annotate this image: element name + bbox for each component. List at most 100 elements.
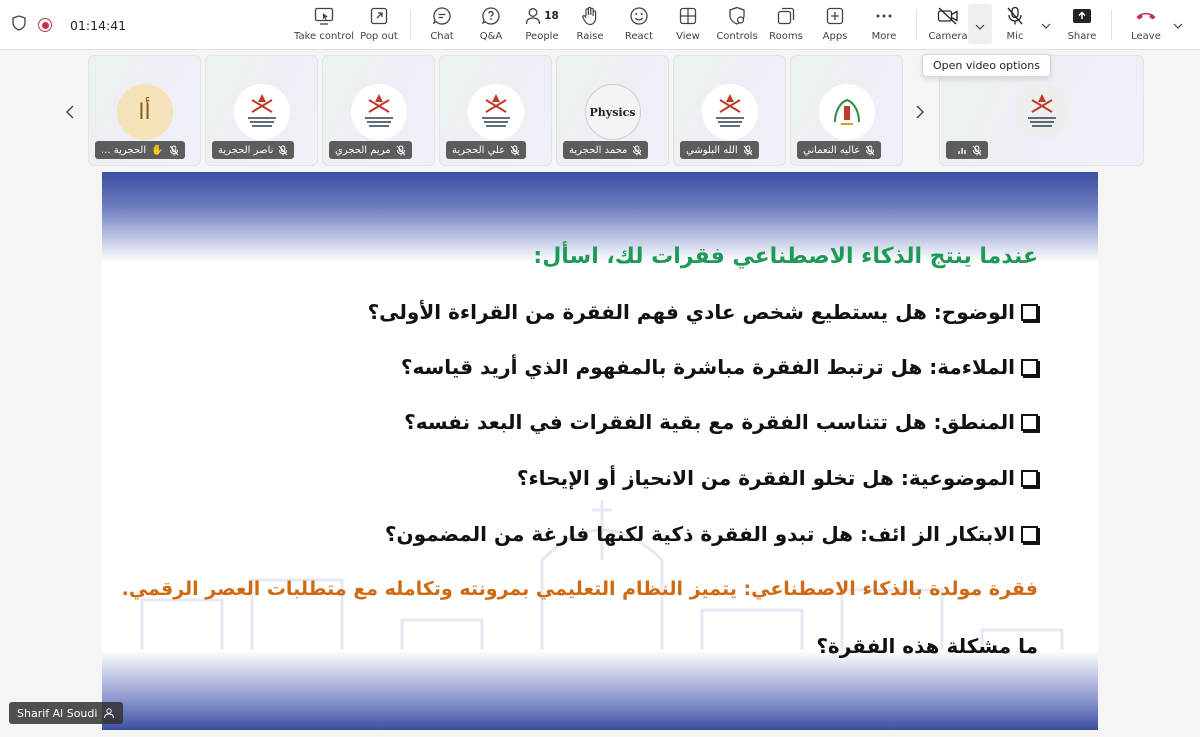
ministry-logo-icon <box>364 94 393 127</box>
participant-name: ناصر الحجرية <box>218 144 274 156</box>
participant-name: الحجرية ... <box>101 144 147 156</box>
slide-bullet-item: الملاءمة: هل ترتبط الفقرة مباشرة بالمفهو… <box>401 355 1038 379</box>
shield-gear-icon <box>728 4 746 28</box>
strip-prev-button[interactable] <box>58 92 82 132</box>
bullet-text: الموضوعية: هل تخلو الفقرة من الانحياز أو… <box>516 466 1015 490</box>
pop-out-button[interactable]: Pop out <box>359 4 399 46</box>
raise-label: Raise <box>576 31 604 42</box>
participant-tile[interactable]: Physics محمد الحجرية <box>556 55 669 166</box>
mic-off-icon <box>633 145 642 155</box>
chat-button[interactable]: Chat <box>424 4 460 46</box>
chevron-down-icon <box>1173 14 1183 33</box>
view-button[interactable]: View <box>674 4 702 46</box>
participant-tile[interactable]: علي الحجرية <box>439 55 552 166</box>
take-control-icon <box>314 4 334 28</box>
mic-off-icon <box>169 145 178 155</box>
avatar <box>1013 84 1070 140</box>
participant-name: محمد الحجرية <box>569 144 628 156</box>
raise-hand-icon <box>581 4 599 28</box>
people-button[interactable]: 18 People <box>522 4 562 46</box>
share-label: Share <box>1067 31 1097 42</box>
qa-icon <box>481 4 501 28</box>
participant-name-badge: علي الحجرية <box>446 141 527 159</box>
toolbar-left: 01:14:41 <box>12 0 126 50</box>
mic-button[interactable]: Mic <box>1002 4 1028 46</box>
emblem-icon <box>833 98 860 125</box>
participant-name: علي الحجرية <box>452 144 506 156</box>
mic-off-icon <box>972 145 982 155</box>
recording-icon <box>38 18 52 32</box>
share-button[interactable]: Share <box>1066 4 1098 46</box>
participant-tile[interactable]: ناصر الحجرية <box>205 55 318 166</box>
slide-footer-band <box>102 650 1098 730</box>
shield-icon[interactable] <box>12 15 26 35</box>
avatar-text: Physics <box>589 105 636 119</box>
participant-tile[interactable]: أا الحجرية ... ✋ <box>88 55 201 166</box>
avatar <box>701 84 758 140</box>
participant-name: الله البلوشي <box>686 144 738 156</box>
react-label: React <box>624 31 654 42</box>
participant-tile[interactable]: مريم الحجري <box>322 55 435 166</box>
avatar <box>233 84 290 140</box>
slide-bullet-item: الموضوعية: هل تخلو الفقرة من الانحياز أو… <box>517 466 1038 490</box>
shared-slide: عندما ينتج الذكاء الاصطناعي فقرات لك، اس… <box>102 172 1098 730</box>
react-button[interactable]: React <box>624 4 654 46</box>
bullet-text: الابتكار الز ائف: هل تبدو الفقرة ذكية لك… <box>384 522 1015 546</box>
rooms-button[interactable]: Rooms <box>768 4 804 46</box>
avatar: أا <box>116 84 173 140</box>
toolbar-divider <box>916 10 917 40</box>
more-button[interactable]: More <box>869 4 899 46</box>
rooms-icon <box>777 4 795 28</box>
participant-name-badge: محمد الحجرية <box>563 141 649 159</box>
mic-options-button[interactable] <box>1038 14 1054 56</box>
participant-tile[interactable]: عاليه النعماني <box>790 55 903 166</box>
checkbox-bullet-icon <box>1021 469 1038 487</box>
participant-name-badge: مريم الحجري <box>329 141 412 159</box>
qa-button[interactable]: Q&A <box>474 4 508 46</box>
controls-button[interactable]: Controls <box>716 4 758 46</box>
meeting-timer: 01:14:41 <box>70 17 127 33</box>
slide-bullet-item: الابتكار الز ائف: هل تبدو الفقرة ذكية لك… <box>385 522 1038 546</box>
camera-button[interactable]: Camera <box>928 4 968 46</box>
view-label: View <box>676 31 700 42</box>
ministry-logo-icon <box>247 94 276 127</box>
video-options-tooltip: Open video options <box>922 54 1051 77</box>
participant-name-badge: الحجرية ... ✋ <box>95 141 185 159</box>
rooms-label: Rooms <box>769 31 803 42</box>
more-label: More <box>871 31 897 42</box>
qa-label: Q&A <box>479 31 503 42</box>
grid-view-icon <box>679 4 697 28</box>
mic-off-icon <box>743 145 753 155</box>
mic-off-icon <box>865 145 875 155</box>
people-icon <box>526 8 541 25</box>
people-label: People <box>525 31 559 42</box>
bullet-text: المنطق: هل تتناسب الفقرة مع بقية الفقرات… <box>404 410 1015 434</box>
strip-next-button[interactable] <box>908 92 932 132</box>
slide-heading: عندما ينتج الذكاء الاصطناعي فقرات لك، اس… <box>533 244 1038 269</box>
ministry-logo-icon <box>1027 94 1056 127</box>
share-screen-icon <box>1072 4 1092 28</box>
bullet-text: الوضوح: هل يستطيع شخص عادي فهم الفقرة من… <box>367 300 1015 324</box>
pop-out-label: Pop out <box>360 31 398 42</box>
raise-hand-button[interactable]: Raise <box>575 4 605 46</box>
ministry-logo-icon <box>481 94 510 127</box>
meeting-toolbar: 01:14:41 Take control Pop out Chat Q&A 1… <box>0 0 1200 50</box>
take-control-button[interactable]: Take control <box>294 4 354 46</box>
apps-button[interactable]: Apps <box>820 4 850 46</box>
checkbox-bullet-icon <box>1021 413 1038 431</box>
slide-question: ما مشكلة هذه الفقرة؟ <box>816 634 1038 658</box>
audio-level-icon <box>958 148 966 154</box>
hand-icon: ✋ <box>151 144 164 156</box>
participant-tile[interactable]: الله البلوشي <box>673 55 786 166</box>
avatar: Physics <box>584 84 641 140</box>
leave-button[interactable]: Leave <box>1130 4 1162 46</box>
checkbox-bullet-icon <box>1021 525 1038 543</box>
camera-options-button[interactable] <box>968 4 992 44</box>
checkbox-bullet-icon <box>1021 358 1038 376</box>
presenter-share-icon <box>104 708 115 719</box>
bullet-text: الملاءمة: هل ترتبط الفقرة مباشرة بالمفهو… <box>400 355 1015 379</box>
mic-label: Mic <box>1006 31 1024 42</box>
chat-label: Chat <box>430 31 454 42</box>
add-apps-icon <box>826 4 844 28</box>
leave-options-button[interactable] <box>1170 14 1186 56</box>
